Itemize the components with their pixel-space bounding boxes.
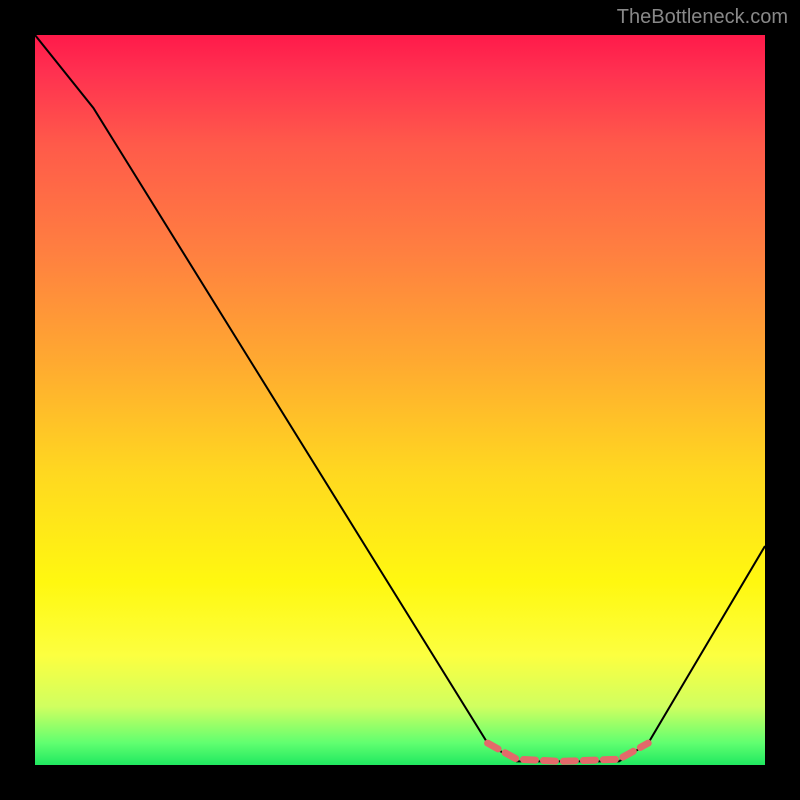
chart-container: TheBottleneck.com	[0, 0, 800, 800]
bottleneck-curve	[35, 35, 765, 761]
optimal-highlight	[488, 743, 649, 761]
watermark-text: TheBottleneck.com	[617, 6, 788, 29]
curve-layer	[35, 35, 765, 765]
plot-area	[35, 35, 765, 765]
